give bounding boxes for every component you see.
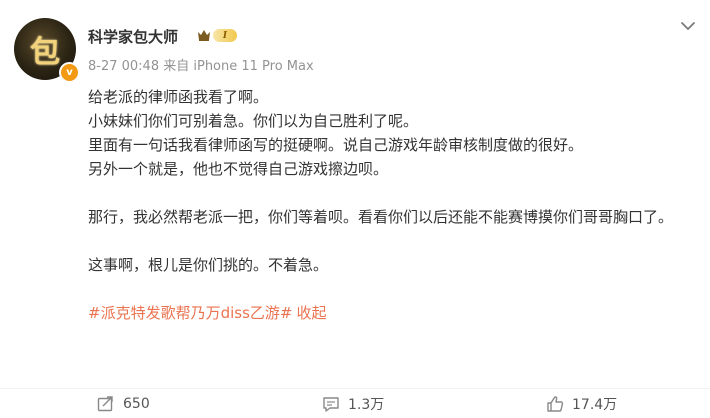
like-icon xyxy=(547,396,564,412)
post-line: 另外一个就是，他也不觉得自己游戏擦边呗。 xyxy=(88,160,389,178)
post-line: 给老派的律师函我看了啊。 xyxy=(88,88,269,106)
share-button[interactable]: 650 xyxy=(97,393,150,415)
verified-badge-icon: v xyxy=(59,62,80,83)
post-line: 这事啊，根儿是你们挑的。不着急。 xyxy=(88,256,329,274)
comment-count: 1.3万 xyxy=(348,397,385,413)
post-meta: 8-27 00:48 来自 iPhone 11 Pro Max xyxy=(88,59,314,74)
comment-icon xyxy=(323,397,339,412)
username[interactable]: 科学家包大师 xyxy=(88,26,178,47)
post-line: 那行，我必然帮老派一把，你们等着呗。看看你们以后还能不能赛博摸你们哥哥胸口了。 xyxy=(88,208,674,226)
post-line: 里面有一句话我看律师函写的挺硬啊。说自己游戏年龄审核制度做的很好。 xyxy=(88,136,584,154)
member-crown-icon[interactable] xyxy=(197,28,211,42)
collapse-link[interactable]: 收起 xyxy=(296,304,326,322)
post-line: 小妹妹们你们可别着急。你们以为自己胜利了呢。 xyxy=(88,112,419,130)
level-badge[interactable]: I xyxy=(213,29,237,42)
action-bar: 650 1.3万 17.4万 xyxy=(0,388,710,418)
more-chevron-icon[interactable] xyxy=(678,16,698,36)
tag-line: #派克特发歌帮乃万diss乙游# 收起 xyxy=(88,301,698,325)
like-count: 17.4万 xyxy=(572,397,618,413)
share-count: 650 xyxy=(123,396,150,412)
post-content: 给老派的律师函我看了啊。 小妹妹们你们可别着急。你们以为自己胜利了呢。 里面有一… xyxy=(88,85,698,325)
like-button[interactable]: 17.4万 xyxy=(546,393,617,415)
hashtag-link[interactable]: #派克特发歌帮乃万diss乙游# xyxy=(88,304,292,322)
share-icon xyxy=(97,396,113,412)
comment-button[interactable]: 1.3万 xyxy=(322,393,384,415)
